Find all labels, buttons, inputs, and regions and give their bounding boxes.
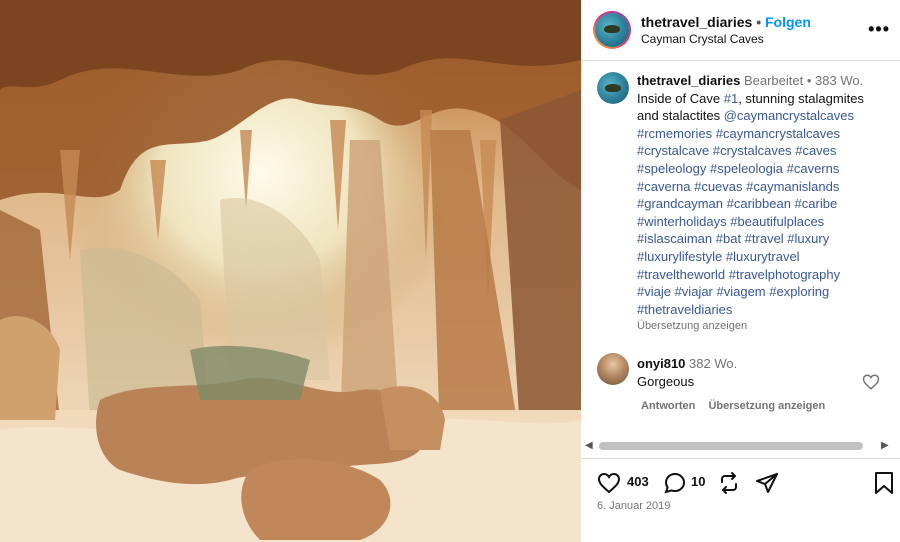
hashtag-line[interactable]: #crystalcave #crystalcaves #caves — [637, 143, 836, 158]
hashtag-line[interactable]: #speleology #speleologia #caverns — [637, 161, 839, 176]
repost-icon[interactable] — [717, 471, 741, 495]
caption-time[interactable]: 383 Wo. — [815, 73, 863, 88]
comment-translate-link[interactable]: Übersetzung anzeigen — [708, 400, 825, 412]
reply-button[interactable]: Antworten — [641, 400, 695, 412]
caption-avatar[interactable] — [597, 72, 629, 104]
commenter-avatar[interactable] — [597, 353, 629, 385]
hashtag-line[interactable]: #grandcayman #caribbean #caribe — [637, 196, 837, 211]
post-image[interactable] — [0, 0, 581, 542]
hashtag-line[interactable]: #traveltheworld #travelphotography — [637, 267, 840, 282]
caption-username[interactable]: thetravel_diaries — [637, 73, 740, 88]
share-icon[interactable] — [755, 471, 779, 495]
horizontal-scrollbar[interactable]: ◀ ▶ — [581, 438, 900, 454]
mention-link[interactable]: @caymancrystalcaves — [724, 108, 854, 123]
post-date[interactable]: 6. Januar 2019 — [597, 500, 670, 512]
scroll-right-icon[interactable]: ▶ — [881, 440, 889, 451]
comment-time[interactable]: 382 Wo. — [689, 356, 737, 371]
hashtag-line[interactable]: #thetraveldiaries — [637, 302, 732, 317]
hashtag-line[interactable]: #islascaiman #bat #travel #luxury — [637, 231, 829, 246]
hashtag-line[interactable]: #caverna #cuevas #caymanislands — [637, 179, 839, 194]
comment-like-icon[interactable] — [862, 373, 880, 391]
hashtag-line[interactable]: #winterholidays #beautifulplaces — [637, 214, 824, 229]
like-count[interactable]: 403 — [627, 474, 649, 489]
follow-button[interactable]: Folgen — [765, 14, 811, 30]
post-sidebar: thetravel_diaries • Folgen Cayman Crysta… — [581, 0, 900, 542]
post-header: thetravel_diaries • Folgen Cayman Crysta… — [581, 0, 900, 61]
commenter-username[interactable]: onyi810 — [637, 356, 685, 371]
edited-label: Bearbeitet — [743, 73, 804, 88]
save-icon[interactable] — [873, 471, 895, 495]
scrollbar-thumb[interactable] — [599, 442, 863, 450]
hashtag-link[interactable]: #1 — [724, 91, 738, 106]
turtle-image — [605, 84, 621, 92]
caption-body-start: Inside of Cave — [637, 90, 724, 106]
author-avatar[interactable] — [593, 11, 631, 49]
more-options-icon[interactable]: ••• — [868, 19, 890, 40]
caption-translate-link[interactable]: Übersetzung anzeigen — [637, 320, 747, 332]
location-link[interactable]: Cayman Crystal Caves — [641, 32, 764, 46]
like-icon[interactable] — [597, 471, 621, 495]
hashtag-line[interactable]: #luxurylifestyle #luxurytravel — [637, 249, 800, 264]
separator-dot: • — [806, 73, 812, 88]
comment-text: Gorgeous — [637, 374, 695, 389]
hashtag-line[interactable]: #viaje #viajar #viagem #exploring — [637, 284, 829, 299]
author-username[interactable]: thetravel_diaries — [641, 14, 752, 30]
scroll-left-icon[interactable]: ◀ — [585, 440, 593, 451]
turtle-image — [604, 25, 620, 33]
avatar-photo — [597, 72, 629, 104]
avatar-photo — [595, 13, 629, 47]
action-bar: 403 10 — [581, 458, 900, 503]
separator-dot: • — [756, 14, 762, 30]
caption-text: thetravel_diaries Bearbeitet • 383 Wo. I… — [637, 72, 889, 318]
comment-icon[interactable] — [663, 471, 687, 495]
comment-count[interactable]: 10 — [691, 474, 705, 489]
cave-photo — [0, 0, 581, 542]
hashtag-line[interactable]: #rcmemories #caymancrystalcaves — [637, 126, 840, 141]
